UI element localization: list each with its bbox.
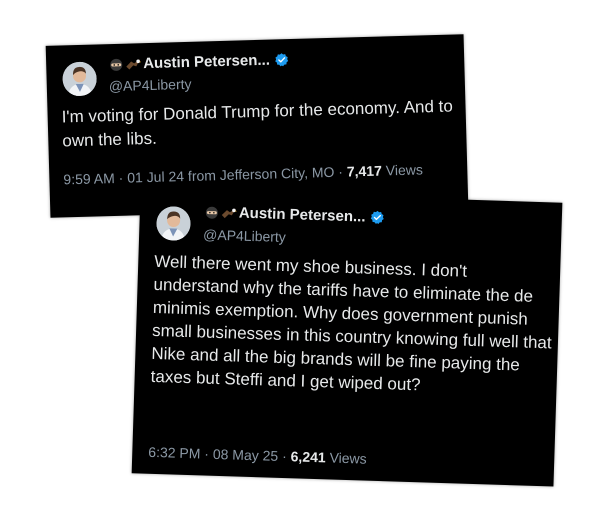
- user-handle[interactable]: @AP4Liberty: [109, 76, 192, 94]
- separator: ·: [338, 163, 344, 180]
- avatar-image: [155, 205, 192, 242]
- tweet-card[interactable]: Austin Petersen... @AP4Liberty Well ther…: [131, 189, 563, 487]
- avatar-image: [62, 61, 98, 97]
- eagle-emoji-icon: [125, 57, 142, 71]
- separator: ·: [281, 448, 288, 465]
- tweet-meta: 6:32 PM · 08 May 25 · 6,241 Views: [148, 442, 548, 475]
- display-name[interactable]: Austin Petersen...: [143, 52, 270, 73]
- tweet-date[interactable]: 08 May 25: [213, 446, 279, 464]
- avatar[interactable]: [62, 61, 98, 97]
- verified-badge-icon: [369, 210, 384, 225]
- ninja-emoji-icon: [108, 57, 124, 71]
- separator: ·: [118, 169, 124, 186]
- views-label: Views: [329, 449, 367, 467]
- tweet-time[interactable]: 9:59 AM: [63, 170, 115, 187]
- tweet-time[interactable]: 6:32 PM: [148, 444, 201, 462]
- tweet-header: Austin Petersen...: [108, 51, 289, 73]
- views-count: 6,241: [290, 448, 326, 466]
- eagle-emoji-icon: [221, 205, 237, 219]
- tweet-header: Austin Petersen...: [204, 203, 385, 226]
- avatar[interactable]: [155, 205, 192, 242]
- tweet-location: from Jefferson City, MO: [187, 163, 335, 184]
- tweet-card[interactable]: Austin Petersen... @AP4Liberty I'm votin…: [45, 34, 469, 218]
- tweet-meta: 9:59 AM · 01 Jul 24 from Jefferson City,…: [63, 158, 458, 189]
- verified-badge-icon: [274, 52, 289, 67]
- user-handle[interactable]: @AP4Liberty: [203, 226, 286, 245]
- separator: ·: [204, 445, 210, 462]
- tweet-text: I'm voting for Donald Trump for the econ…: [61, 96, 454, 151]
- views-label: Views: [385, 161, 424, 179]
- display-name[interactable]: Austin Petersen...: [239, 205, 366, 226]
- tweet-text: Well there went my shoe business. I don'…: [150, 251, 552, 395]
- views-count: 7,417: [346, 162, 383, 180]
- tweet-date[interactable]: 01 Jul 24: [127, 168, 184, 186]
- ninja-emoji-icon: [204, 205, 220, 219]
